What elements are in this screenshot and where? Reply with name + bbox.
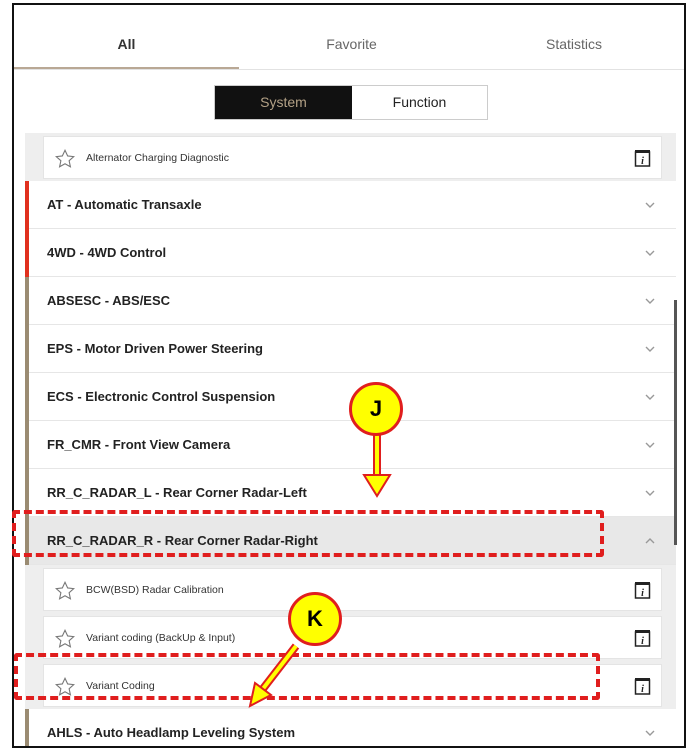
arrow-j <box>362 430 392 498</box>
callout-k: K <box>288 592 342 646</box>
callout-j: J <box>349 382 403 436</box>
callout-arrows <box>248 430 392 708</box>
arrow-k <box>248 643 300 708</box>
